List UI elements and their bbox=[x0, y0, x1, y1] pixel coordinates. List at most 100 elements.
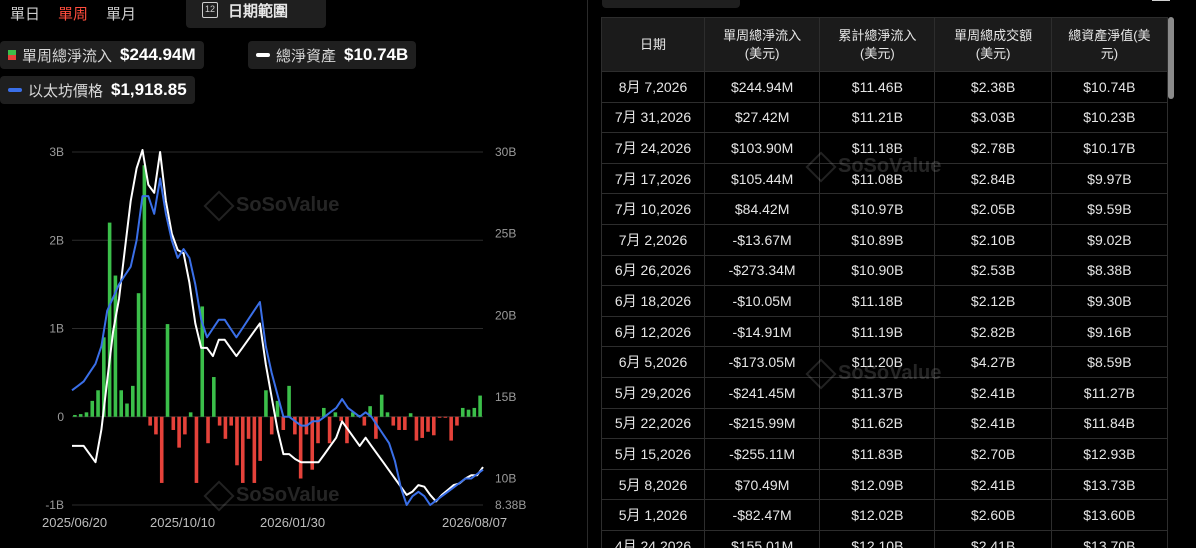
cell-date: 6月 18,2026 bbox=[601, 285, 705, 317]
tab-weekly[interactable]: 單周 bbox=[58, 0, 98, 28]
flow-bar bbox=[466, 409, 471, 417]
flow-bar bbox=[246, 416, 251, 439]
legend-net-inflow[interactable]: 單周總淨流入 $244.94M bbox=[0, 41, 204, 69]
flow-bar bbox=[385, 412, 390, 417]
column-header[interactable]: 單周總成交額 (美元) bbox=[934, 17, 1052, 72]
table-row: 7月 10,2026 $84.42M $10.97B $2.05B $9.59B bbox=[601, 193, 1169, 225]
cell-flow: $27.42M bbox=[703, 102, 821, 134]
cell-flow: $70.49M bbox=[703, 469, 821, 501]
flow-bar bbox=[437, 416, 442, 418]
table-row: 6月 26,2026 -$273.34M $10.90B $2.53B $8.38B bbox=[601, 255, 1169, 287]
cell-vol: $2.41B bbox=[934, 408, 1052, 440]
cell-nav: $10.17B bbox=[1050, 132, 1169, 164]
cell-flow: -$14.91M bbox=[703, 316, 821, 348]
right-axis-tick: 30B bbox=[495, 145, 516, 159]
left-axis-tick: 3B bbox=[49, 145, 64, 159]
cell-cum: $11.62B bbox=[819, 408, 936, 440]
date-range-label: 日期範圍 bbox=[228, 2, 289, 20]
flow-bar bbox=[460, 407, 465, 417]
cell-date: 5月 29,2026 bbox=[601, 377, 705, 409]
sosovalue-logo-icon bbox=[805, 150, 837, 183]
legend-net-inflow-name: 單周總淨流入 bbox=[22, 47, 113, 65]
cell-date: 7月 2,2026 bbox=[601, 224, 705, 256]
legend-eth-price-name: 以太坊價格 bbox=[28, 82, 104, 100]
cell-flow: $155.01M bbox=[703, 530, 821, 548]
flow-bar bbox=[130, 385, 135, 417]
column-header[interactable]: 日期 bbox=[601, 17, 705, 72]
flow-bar bbox=[96, 390, 100, 417]
table-row: 8月 7,2026 $244.94M $11.46B $2.38B $10.74B bbox=[601, 71, 1169, 103]
flow-bar bbox=[258, 416, 262, 461]
cell-nav: $8.59B bbox=[1050, 346, 1169, 378]
table-row: 7月 31,2026 $27.42M $11.21B $3.03B $10.23B bbox=[601, 102, 1169, 134]
table-row: 6月 18,2026 -$10.05M $11.18B $2.12B $9.30B bbox=[601, 285, 1169, 317]
x-axis-tick: 2026/01/30 bbox=[260, 515, 325, 530]
watermark-text: SoSoValue bbox=[236, 194, 340, 216]
cell-cum: $11.83B bbox=[819, 438, 936, 470]
table-scrollbar[interactable] bbox=[1168, 17, 1174, 99]
cell-vol: $2.70B bbox=[934, 438, 1052, 470]
flow-bar bbox=[327, 416, 332, 444]
eth-price-swatch-icon bbox=[8, 88, 22, 92]
cell-cum: $12.09B bbox=[819, 469, 936, 501]
column-header[interactable]: 總資產淨值(美 元) bbox=[1050, 17, 1169, 72]
flow-bar bbox=[333, 412, 338, 417]
flow-bar bbox=[206, 416, 210, 444]
flow-bar bbox=[229, 416, 233, 426]
flow-bar bbox=[171, 416, 176, 430]
cell-nav: $11.27B bbox=[1050, 377, 1169, 409]
date-range-button[interactable]: 12 日期範圍 bbox=[186, 0, 326, 28]
cell-cum: $11.46B bbox=[819, 71, 936, 103]
cell-vol: $2.78B bbox=[934, 132, 1052, 164]
cell-nav: $9.30B bbox=[1050, 285, 1169, 317]
flow-bar bbox=[212, 377, 216, 417]
cell-flow: -$10.05M bbox=[703, 285, 821, 317]
cell-date: 5月 1,2026 bbox=[601, 499, 705, 531]
table-row: 5月 15,2026 -$255.11M $11.83B $2.70B $12.93B bbox=[601, 438, 1169, 470]
flow-bar bbox=[188, 412, 193, 417]
tab-monthly[interactable]: 單月 bbox=[106, 0, 146, 28]
flow-bar bbox=[252, 416, 257, 483]
tab-daily[interactable]: 單日 bbox=[10, 0, 50, 28]
legend-net-assets-name: 總淨資產 bbox=[276, 47, 337, 65]
watermark-text: SoSoValue bbox=[838, 362, 942, 384]
flow-bar bbox=[73, 414, 77, 417]
cell-cum: $10.97B bbox=[819, 193, 936, 225]
cell-cum: $12.10B bbox=[819, 530, 936, 548]
flow-bar bbox=[107, 222, 112, 417]
left-axis-tick: 0 bbox=[57, 410, 64, 424]
flow-bar bbox=[379, 394, 384, 417]
flow-table: 日期 單周總淨流入 (美元) 累計總淨流入 (美元) 單周總成交額 (美元) 總資產淨值(美元… bbox=[601, 17, 1169, 548]
table-header-row: 日期 單周總淨流入 (美元) 累計總淨流入 (美元) 單周總成交額 (美元) 總資產淨值(美元… bbox=[601, 17, 1169, 72]
legend-eth-price[interactable]: 以太坊價格 $1,918.85 bbox=[0, 76, 195, 104]
table-toolbar-button[interactable] bbox=[602, 0, 740, 8]
cell-vol: $2.41B bbox=[934, 377, 1052, 409]
legend-net-assets[interactable]: 總淨資產 $10.74B bbox=[248, 41, 417, 69]
flow-bar bbox=[217, 416, 222, 426]
flow-bar bbox=[281, 416, 286, 430]
cell-date: 6月 5,2026 bbox=[601, 346, 705, 378]
flow-bar bbox=[426, 416, 430, 432]
watermark-bottom: SoSoValue bbox=[203, 479, 339, 512]
flow-bar bbox=[136, 293, 141, 417]
legend-net-inflow-value: $244.94M bbox=[120, 45, 196, 64]
column-header[interactable]: 單周總淨流入 (美元) bbox=[703, 17, 821, 72]
watermark: SoSoValue bbox=[203, 189, 340, 222]
flow-bar bbox=[287, 385, 291, 417]
column-header[interactable]: 累計總淨流入 (美元) bbox=[819, 17, 936, 72]
right-axis-tick: 8.38B bbox=[495, 498, 526, 512]
flow-bar bbox=[420, 416, 425, 438]
flow-bar bbox=[78, 414, 83, 417]
cell-nav: $13.73B bbox=[1050, 469, 1169, 501]
cell-flow: -$82.47M bbox=[703, 499, 821, 531]
flow-bar bbox=[235, 416, 239, 466]
flow-bar bbox=[142, 165, 147, 417]
flow-bar bbox=[472, 407, 477, 417]
cell-nav: $13.60B bbox=[1050, 499, 1169, 531]
flow-bar bbox=[154, 416, 158, 435]
flow-bar bbox=[397, 416, 401, 430]
right-axis-tick: 25B bbox=[495, 227, 516, 241]
cell-nav: $8.38B bbox=[1050, 255, 1169, 287]
cell-cum: $11.18B bbox=[819, 285, 936, 317]
menu-icon[interactable] bbox=[1152, 0, 1170, 6]
